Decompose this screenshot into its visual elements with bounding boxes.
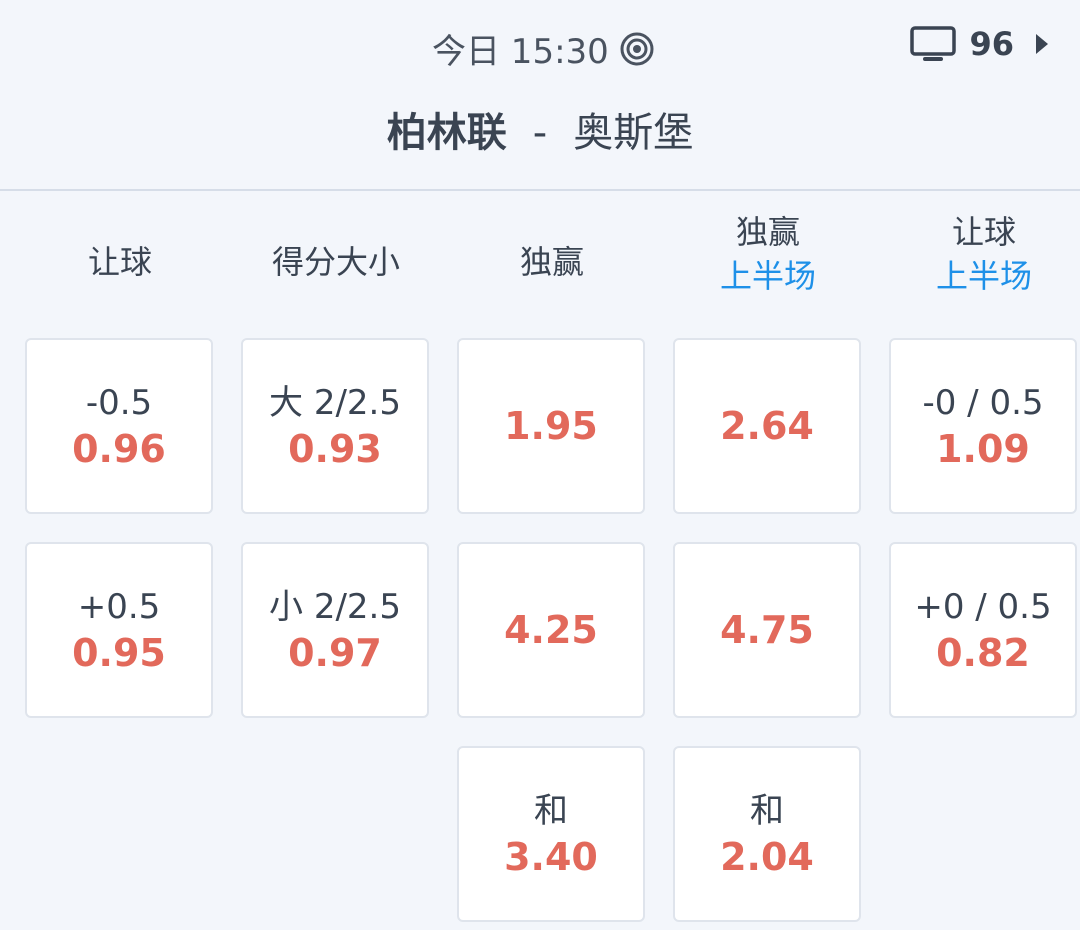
odds-cell-under[interactable]: 小 2/2.5 0.97 — [241, 542, 429, 718]
header-subtitle: 上半场 — [935, 257, 1032, 295]
odds-value: 1.09 — [936, 427, 1030, 471]
header-subtitle: 上半场 — [719, 257, 816, 295]
header-moneyline-1h: 独赢 上半场 — [668, 210, 868, 298]
odds-value: 0.96 — [72, 427, 166, 471]
match-time-text: 今日 15:30 — [432, 32, 609, 72]
chevron-right-icon[interactable] — [1034, 31, 1050, 57]
match-title: 柏林联 - 奥斯堡 — [0, 100, 1080, 158]
odds-line: -0 / 0.5 — [922, 383, 1044, 423]
odds-line: 和 — [534, 791, 568, 831]
header-title: 独赢 — [519, 243, 584, 281]
odds-line: -0.5 — [85, 383, 153, 423]
odds-value: 0.97 — [288, 631, 382, 675]
odds-cell-moneyline-home[interactable]: 1.95 — [457, 338, 645, 514]
odds-value: 2.04 — [720, 835, 814, 879]
odds-value: 1.95 — [504, 404, 598, 448]
odds-cell-handicap-home[interactable]: -0.5 0.96 — [25, 338, 213, 514]
odds-value: 2.64 — [720, 404, 814, 448]
odds-value: 0.93 — [288, 427, 382, 471]
odds-cell-moneyline-away[interactable]: 4.25 — [457, 542, 645, 718]
odds-value: 4.25 — [504, 608, 598, 652]
home-team: 柏林联 — [386, 110, 507, 156]
odds-line: 小 2/2.5 — [269, 587, 401, 627]
odds-line: +0.5 — [77, 587, 161, 627]
header-title: 独赢 — [735, 213, 800, 251]
odds-cell-moneyline-1h-away[interactable]: 4.75 — [673, 542, 861, 718]
odds-value: 3.40 — [504, 835, 598, 879]
tv-icon — [910, 26, 957, 61]
header-title: 让球 — [951, 213, 1016, 251]
odds-cell-handicap-1h-away[interactable]: +0 / 0.5 0.82 — [889, 542, 1077, 718]
odds-cell-handicap-1h-home[interactable]: -0 / 0.5 1.09 — [889, 338, 1077, 514]
header-totals: 得分大小 — [236, 240, 436, 284]
top-bar: 今日 15:30 96 — [0, 0, 1080, 90]
tv-count-button[interactable]: 96 — [909, 24, 1050, 64]
match-time: 今日 15:30 — [432, 24, 655, 73]
odds-line: 大 2/2.5 — [269, 383, 401, 423]
header-title: 得分大小 — [271, 243, 400, 281]
odds-cell-over[interactable]: 大 2/2.5 0.93 — [241, 338, 429, 514]
odds-cell-handicap-away[interactable]: +0.5 0.95 — [25, 542, 213, 718]
match-separator: - — [532, 110, 548, 156]
header-moneyline: 独赢 — [452, 240, 652, 284]
odds-line: +0 / 0.5 — [914, 587, 1052, 627]
tv-count: 96 — [969, 25, 1014, 63]
odds-cell-moneyline-draw[interactable]: 和 3.40 — [457, 746, 645, 922]
odds-value: 4.75 — [720, 608, 814, 652]
odds-value: 0.95 — [72, 631, 166, 675]
header-handicap-1h: 让球 上半场 — [884, 210, 1080, 298]
odds-value: 0.82 — [936, 631, 1030, 675]
away-team: 奥斯堡 — [573, 110, 694, 156]
odds-line: 和 — [750, 791, 784, 831]
odds-cell-moneyline-1h-home[interactable]: 2.64 — [673, 338, 861, 514]
header-title: 让球 — [87, 243, 152, 281]
header-divider — [0, 189, 1080, 191]
header-handicap: 让球 — [20, 240, 220, 284]
live-stream-icon[interactable] — [619, 31, 655, 67]
odds-cell-moneyline-1h-draw[interactable]: 和 2.04 — [673, 746, 861, 922]
